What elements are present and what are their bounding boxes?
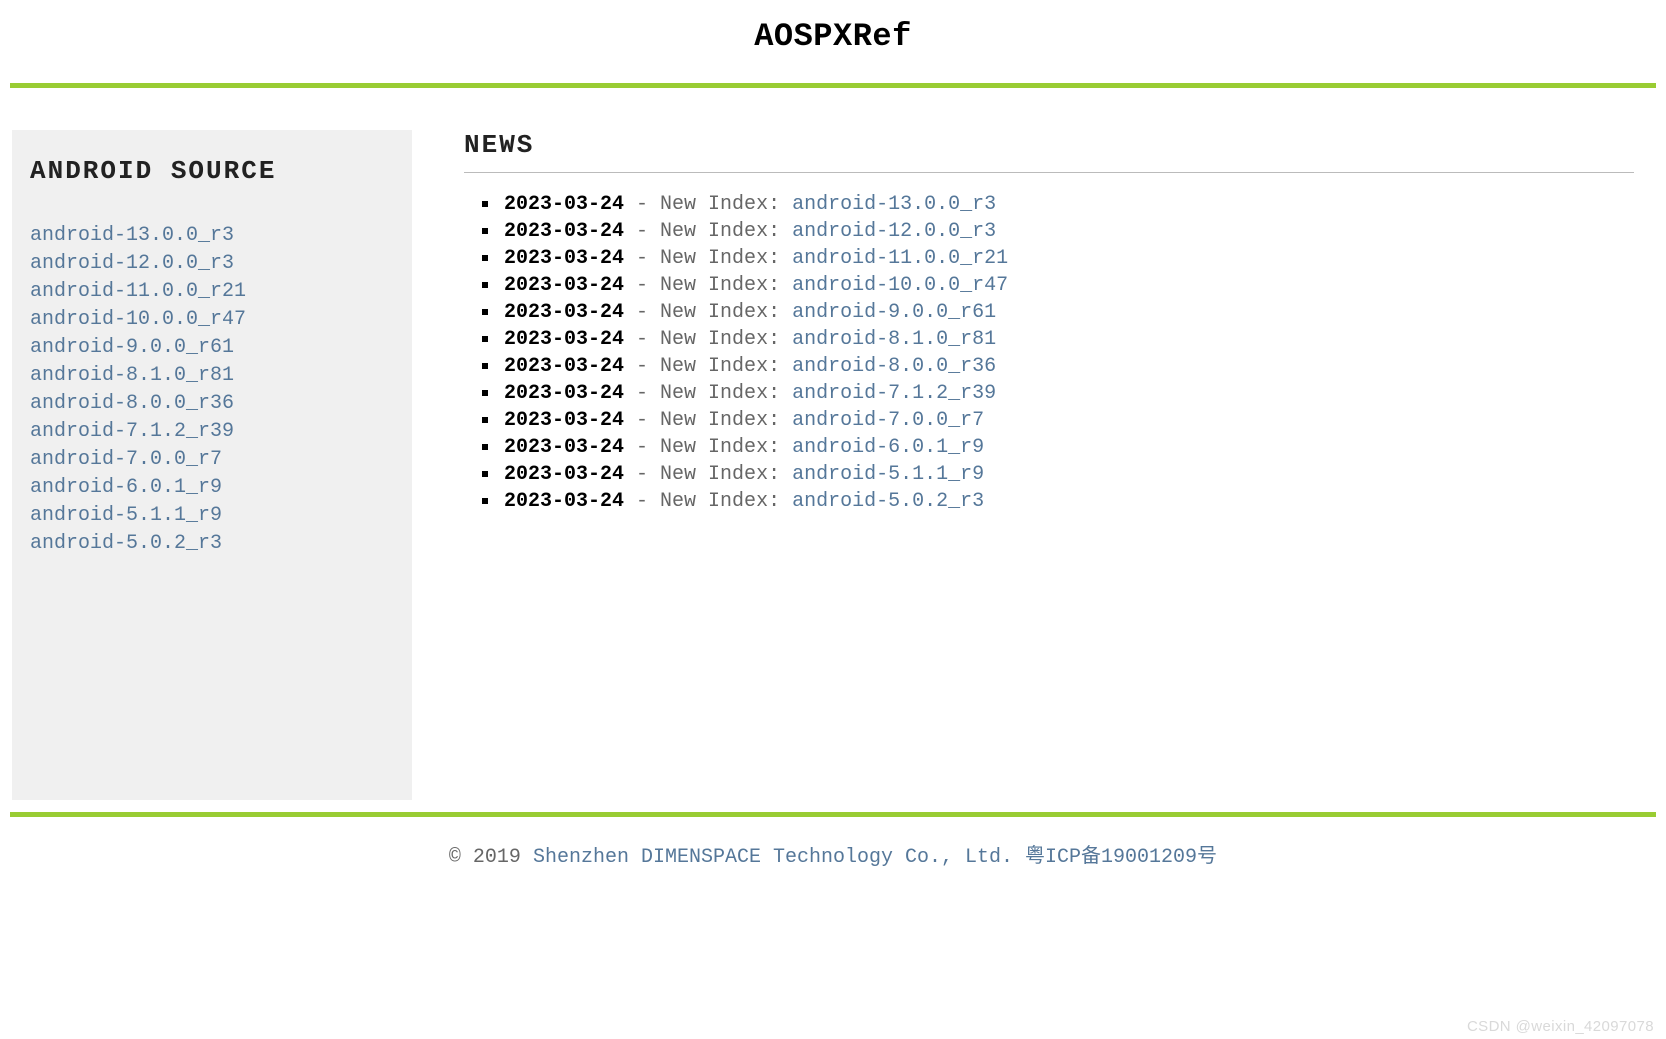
news-item: 2023-03-24 - New Index: android-7.0.0_r7 (482, 407, 1634, 434)
news-date: 2023-03-24 (504, 409, 624, 432)
icp-link[interactable]: 粤ICP备19001209号 (1025, 846, 1217, 869)
news-separator: - (624, 301, 660, 324)
news-description: New Index: (660, 328, 780, 351)
sidebar-item: android-5.0.2_r3 (30, 530, 394, 558)
news-description: New Index: (660, 193, 780, 216)
news-separator: - (624, 463, 660, 486)
news-date: 2023-03-24 (504, 301, 624, 324)
news-link[interactable]: android-13.0.0_r3 (792, 193, 996, 216)
news-description: New Index: (660, 436, 780, 459)
news-date: 2023-03-24 (504, 274, 624, 297)
sidebar-link[interactable]: android-7.0.0_r7 (30, 448, 222, 471)
sidebar-link[interactable]: android-8.0.0_r36 (30, 392, 234, 415)
page-title: AOSPXRef (10, 0, 1656, 83)
news-separator: - (624, 328, 660, 351)
news-link[interactable]: android-5.0.2_r3 (792, 490, 984, 513)
sidebar-item: android-8.1.0_r81 (30, 362, 394, 390)
news-item: 2023-03-24 - New Index: android-10.0.0_r… (482, 272, 1634, 299)
news-description: New Index: (660, 463, 780, 486)
news-date: 2023-03-24 (504, 490, 624, 513)
news-link[interactable]: android-9.0.0_r61 (792, 301, 996, 324)
news-date: 2023-03-24 (504, 193, 624, 216)
news-separator: - (624, 355, 660, 378)
news-separator: - (624, 193, 660, 216)
sidebar-link[interactable]: android-8.1.0_r81 (30, 364, 234, 387)
sidebar-item: android-5.1.1_r9 (30, 502, 394, 530)
news-link[interactable]: android-8.0.0_r36 (792, 355, 996, 378)
news-description: New Index: (660, 247, 780, 270)
news-item: 2023-03-24 - New Index: android-5.1.1_r9 (482, 461, 1634, 488)
news-separator: - (624, 382, 660, 405)
sidebar-link[interactable]: android-13.0.0_r3 (30, 224, 234, 247)
news-link[interactable]: android-5.1.1_r9 (792, 463, 984, 486)
news-heading: NEWS (464, 130, 1634, 160)
news-description: New Index: (660, 382, 780, 405)
news-separator: - (624, 490, 660, 513)
sidebar-item: android-9.0.0_r61 (30, 334, 394, 362)
sidebar-link[interactable]: android-6.0.1_r9 (30, 476, 222, 499)
news-item: 2023-03-24 - New Index: android-11.0.0_r… (482, 245, 1634, 272)
news-link[interactable]: android-12.0.0_r3 (792, 220, 996, 243)
news-item: 2023-03-24 - New Index: android-6.0.1_r9 (482, 434, 1634, 461)
news-item: 2023-03-24 - New Index: android-8.0.0_r3… (482, 353, 1634, 380)
news-description: New Index: (660, 301, 780, 324)
news-description: New Index: (660, 274, 780, 297)
news-item: 2023-03-24 - New Index: android-12.0.0_r… (482, 218, 1634, 245)
news-date: 2023-03-24 (504, 436, 624, 459)
sidebar-link[interactable]: android-5.1.1_r9 (30, 504, 222, 527)
news-link[interactable]: android-7.1.2_r39 (792, 382, 996, 405)
news-separator: - (624, 220, 660, 243)
sidebar-heading: ANDROID SOURCE (30, 156, 394, 186)
sidebar-item: android-8.0.0_r36 (30, 390, 394, 418)
news-description: New Index: (660, 409, 780, 432)
sidebar-link[interactable]: android-5.0.2_r3 (30, 532, 222, 555)
news-date: 2023-03-24 (504, 247, 624, 270)
watermark: CSDN @weixin_42097078 (1467, 1018, 1654, 1035)
sidebar-item: android-10.0.0_r47 (30, 306, 394, 334)
news-date: 2023-03-24 (504, 463, 624, 486)
news-link[interactable]: android-8.1.0_r81 (792, 328, 996, 351)
news-separator: - (624, 247, 660, 270)
news-divider (464, 172, 1634, 173)
news-list: 2023-03-24 - New Index: android-13.0.0_r… (464, 191, 1634, 515)
sidebar-item: android-6.0.1_r9 (30, 474, 394, 502)
news-date: 2023-03-24 (504, 382, 624, 405)
news-date: 2023-03-24 (504, 328, 624, 351)
sidebar-link[interactable]: android-11.0.0_r21 (30, 280, 246, 303)
news-separator: - (624, 436, 660, 459)
news-item: 2023-03-24 - New Index: android-5.0.2_r3 (482, 488, 1634, 515)
news-date: 2023-03-24 (504, 220, 624, 243)
copyright-prefix: © 2019 (449, 846, 533, 869)
sidebar: ANDROID SOURCE android-13.0.0_r3android-… (12, 130, 412, 800)
news-link[interactable]: android-6.0.1_r9 (792, 436, 984, 459)
news-separator: - (624, 409, 660, 432)
sidebar-item: android-7.1.2_r39 (30, 418, 394, 446)
news-section: NEWS 2023-03-24 - New Index: android-13.… (464, 130, 1654, 800)
sidebar-link[interactable]: android-10.0.0_r47 (30, 308, 246, 331)
sidebar-link[interactable]: android-12.0.0_r3 (30, 252, 234, 275)
news-item: 2023-03-24 - New Index: android-9.0.0_r6… (482, 299, 1634, 326)
footer: © 2019 Shenzhen DIMENSPACE Technology Co… (10, 817, 1656, 885)
sidebar-list: android-13.0.0_r3 android-12.0.0_r3androi… (30, 222, 394, 558)
news-link[interactable]: android-10.0.0_r47 (792, 274, 1008, 297)
news-description: New Index: (660, 220, 780, 243)
sidebar-item: android-11.0.0_r21 (30, 278, 394, 306)
news-separator: - (624, 274, 660, 297)
main-layout: ANDROID SOURCE android-13.0.0_r3android-… (10, 88, 1656, 812)
company-link[interactable]: Shenzhen DIMENSPACE Technology Co., Ltd. (533, 846, 1013, 869)
sidebar-link[interactable]: android-9.0.0_r61 (30, 336, 234, 359)
sidebar-item: android-7.0.0_r7 (30, 446, 394, 474)
news-description: New Index: (660, 490, 780, 513)
sidebar-link[interactable]: android-7.1.2_r39 (30, 420, 234, 443)
sidebar-item: android-12.0.0_r3 (30, 250, 394, 278)
news-date: 2023-03-24 (504, 355, 624, 378)
news-link[interactable]: android-7.0.0_r7 (792, 409, 984, 432)
news-item: 2023-03-24 - New Index: android-7.1.2_r3… (482, 380, 1634, 407)
news-link[interactable]: android-11.0.0_r21 (792, 247, 1008, 270)
sidebar-item: android-13.0.0_r3 (30, 222, 394, 250)
news-item: 2023-03-24 - New Index: android-8.1.0_r8… (482, 326, 1634, 353)
news-item: 2023-03-24 - New Index: android-13.0.0_r… (482, 191, 1634, 218)
news-description: New Index: (660, 355, 780, 378)
